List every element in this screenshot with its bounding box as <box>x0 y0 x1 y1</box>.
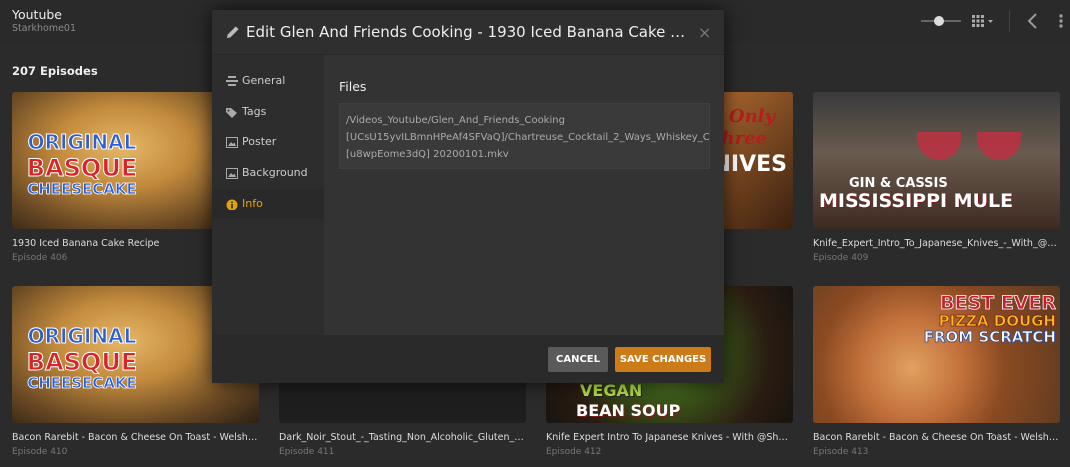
dialog-title: Edit Glen And Friends Cooking - 1930 Ice… <box>246 23 686 41</box>
image-icon <box>226 168 238 179</box>
sidebar-item-label: Background <box>242 166 308 179</box>
thumbnail-caption: ORIGINAL <box>27 130 137 155</box>
more-icon <box>1059 14 1063 28</box>
episode-card[interactable]: GIN & CASSIS MISSISSIPPI MULE Knife_Expe… <box>813 92 1060 263</box>
sidebar-item-tags[interactable]: Tags <box>212 97 324 127</box>
episode-card[interactable]: BEST EVER PIZZA DOUGH FROM SCRATCH Bacon… <box>813 286 1060 457</box>
sidebar-item-label: Poster <box>242 135 277 148</box>
episode-title[interactable]: Knife_Expert_Intro_To_Japanese_Knives_-_… <box>813 238 1060 249</box>
thumbnail-caption: MISSISSIPPI MULE <box>819 190 1014 212</box>
file-path: /Videos_Youtube/Glen_And_Friends_Cooking… <box>346 115 710 160</box>
dialog-content: Files /Videos_Youtube/Glen_And_Friends_C… <box>324 55 724 335</box>
episode-title[interactable]: Dark_Noir_Stout_-_Tasting_Non_Alcoholic_… <box>279 432 526 443</box>
chevron-left-icon <box>1027 13 1037 29</box>
thumbnail-caption: GIN & CASSIS <box>849 176 948 191</box>
more-button[interactable] <box>1052 12 1070 30</box>
sidebar-item-info[interactable]: Info <box>212 189 324 219</box>
file-path-box: /Videos_Youtube/Glen_And_Friends_Cooking… <box>339 103 710 169</box>
files-heading: Files <box>339 79 367 94</box>
episode-number: Episode 413 <box>813 447 869 457</box>
cancel-button[interactable]: CANCEL <box>548 347 608 372</box>
toolbar-divider <box>1009 10 1010 32</box>
edit-dialog: Edit Glen And Friends Cooking - 1930 Ice… <box>212 10 724 383</box>
episode-number: Episode 410 <box>12 447 68 457</box>
thumbnail-caption: CHEESECAKE <box>27 374 137 393</box>
episode-number: Episode 412 <box>546 447 602 457</box>
cocktail-glass <box>917 132 961 160</box>
back-button[interactable] <box>1026 12 1040 30</box>
thumbnail-caption: CHEESECAKE <box>27 180 137 199</box>
sidebar-item-label: Info <box>242 197 263 210</box>
episode-title[interactable]: Bacon Rarebit - Bacon & Cheese On Toast … <box>12 432 259 443</box>
episode-number: Episode 409 <box>813 253 869 263</box>
tags-icon <box>226 108 237 118</box>
info-icon <box>226 199 238 210</box>
thumbnail-caption: VEGAN <box>580 381 643 400</box>
episode-number: Episode 411 <box>279 447 335 457</box>
episode-title[interactable]: Bacon Rarebit - Bacon & Cheese On Toast … <box>813 432 1060 443</box>
episode-count: 207 Episodes <box>12 64 98 78</box>
image-icon <box>226 137 238 148</box>
close-button[interactable]: × <box>698 23 711 42</box>
thumbnail-caption: FROM SCRATCH <box>923 328 1056 347</box>
sidebar-item-poster[interactable]: Poster <box>212 127 324 157</box>
sidebar-item-background[interactable]: Background <box>212 158 324 188</box>
episode-thumbnail[interactable]: BEST EVER PIZZA DOUGH FROM SCRATCH <box>813 286 1060 423</box>
dialog-footer: CANCEL SAVE CHANGES <box>212 335 724 383</box>
pencil-icon <box>227 26 239 38</box>
dialog-header: Edit Glen And Friends Cooking - 1930 Ice… <box>212 10 724 55</box>
thumbnail-caption: BASQUE <box>26 154 138 183</box>
server-name: Starkhome01 <box>12 23 77 34</box>
sidebar-item-label: General <box>242 74 286 87</box>
sidebar-item-label: Tags <box>242 105 267 118</box>
thumbnail-caption: ORIGINAL <box>27 324 137 349</box>
library-title[interactable]: Youtube <box>12 7 62 22</box>
thumbnail-caption: BEAN SOUP <box>576 401 681 420</box>
episode-title[interactable]: Knife Expert Intro To Japanese Knives - … <box>546 432 793 443</box>
slider-handle[interactable] <box>934 16 944 26</box>
thumbnail-caption: BASQUE <box>26 348 138 377</box>
cocktail-glass <box>977 132 1021 160</box>
thumbnail-caption: BEST EVER <box>939 292 1057 315</box>
view-mode-button[interactable] <box>972 14 996 30</box>
grid-icon <box>972 15 993 27</box>
dialog-sidebar: General Tags Poster Background Info <box>212 55 324 335</box>
list-icon <box>226 76 238 86</box>
episode-thumbnail[interactable]: GIN & CASSIS MISSISSIPPI MULE <box>813 92 1060 229</box>
thumbnail-caption: Only <box>728 106 775 127</box>
save-changes-button[interactable]: SAVE CHANGES <box>615 347 711 372</box>
sidebar-item-general[interactable]: General <box>212 66 324 96</box>
